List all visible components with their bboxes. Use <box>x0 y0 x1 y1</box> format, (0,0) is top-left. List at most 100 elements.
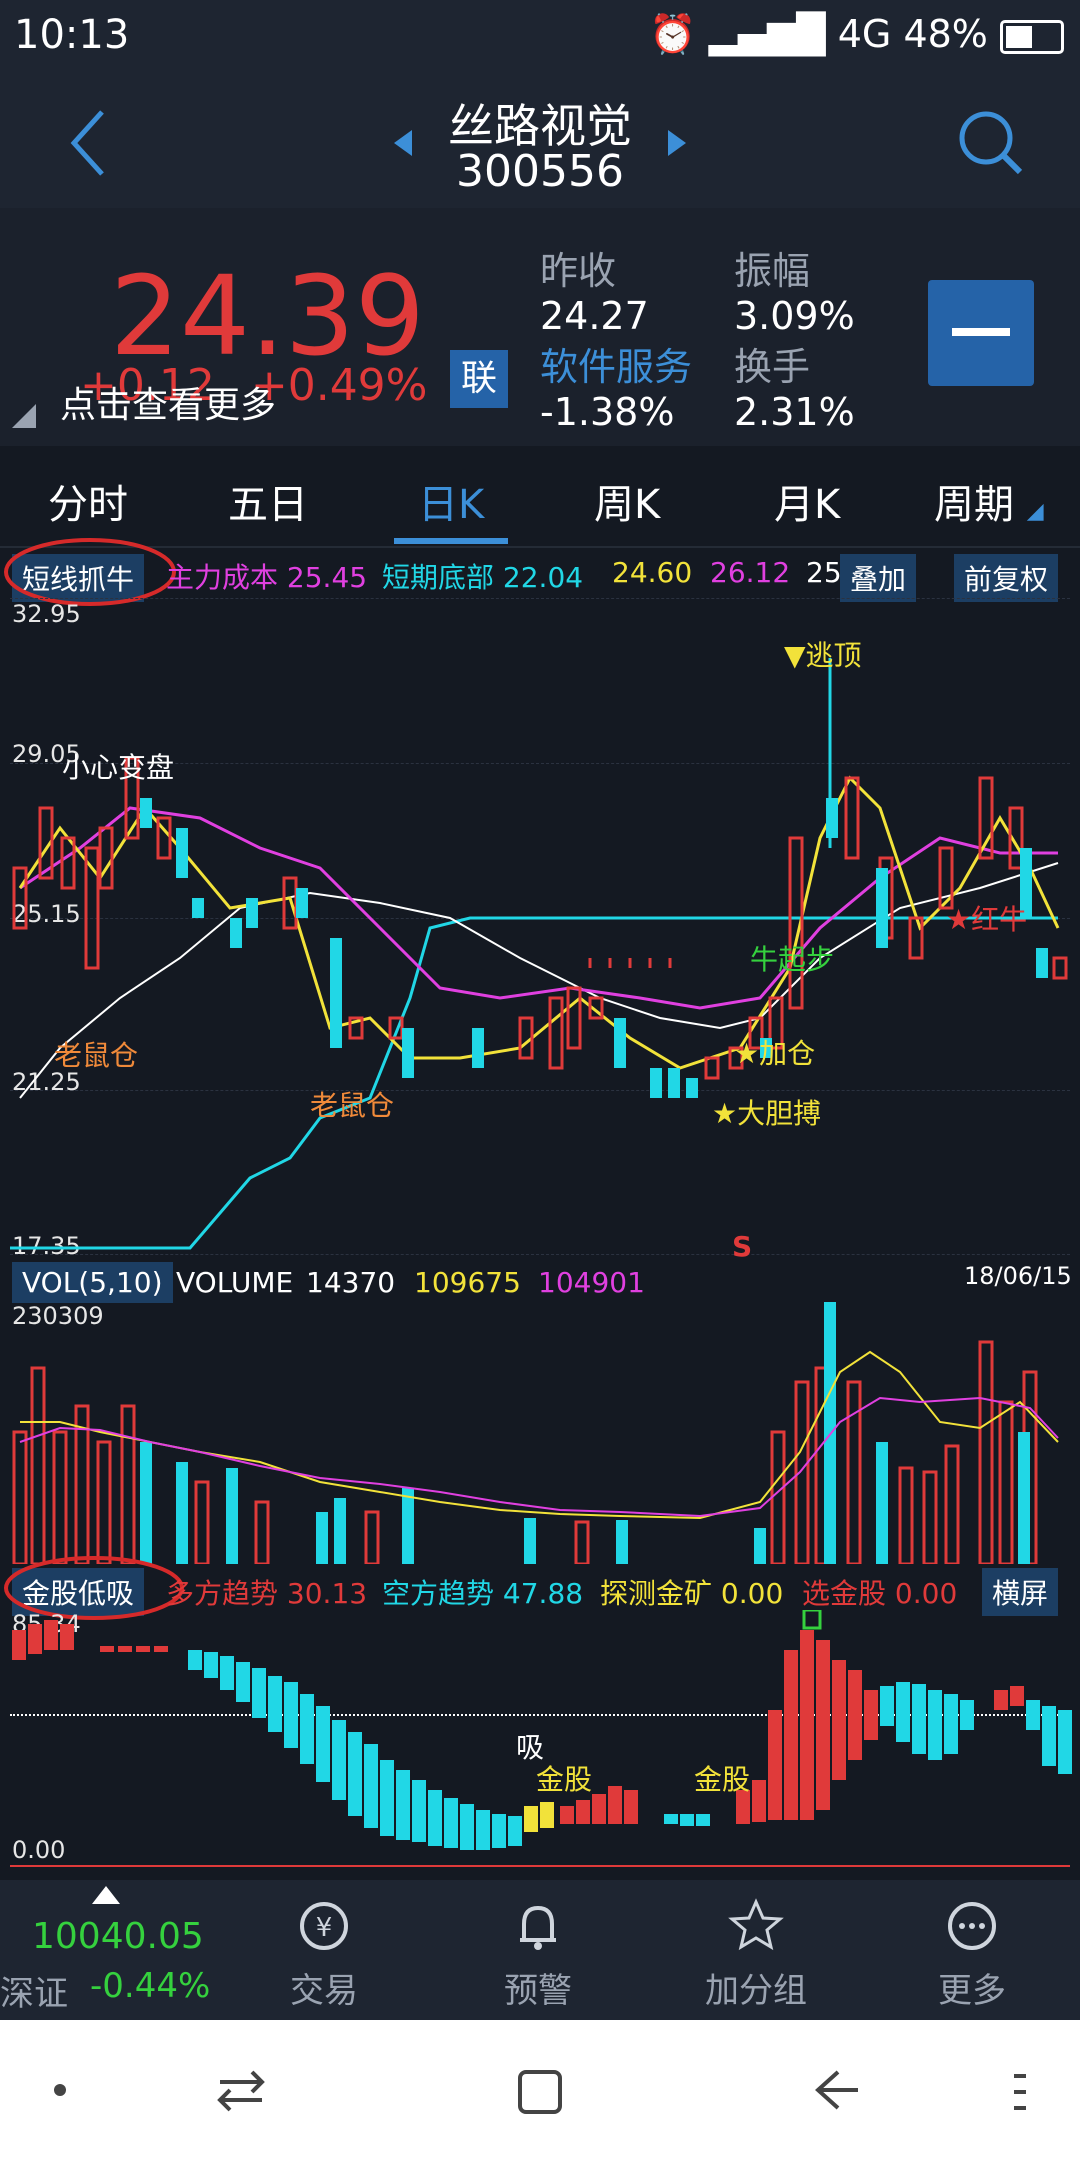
prev-close-label: 昨收 <box>540 249 617 293</box>
bull-trend: 多方趋势 30.13 <box>166 1577 368 1610</box>
more-icon <box>948 1902 996 1950</box>
sys-home-icon[interactable] <box>516 2068 564 2116</box>
svg-text:¥: ¥ <box>316 1913 333 1943</box>
vol-ma5-line <box>20 1350 1059 1520</box>
mouse-tag-1: 老鼠仓 <box>54 1039 139 1072</box>
minus-icon <box>952 328 1010 336</box>
network-type: 4G <box>837 12 892 56</box>
candles-svg <box>10 658 1068 1250</box>
stock-code: 300556 <box>456 146 624 197</box>
next-stock-icon[interactable] <box>666 128 688 158</box>
amplitude-value: 3.09% <box>734 294 855 338</box>
tab-weekly-k[interactable]: 周K <box>594 472 660 530</box>
turnover-label: 换手 <box>734 345 811 389</box>
nav-trade-label: 交易 <box>290 1971 358 2011</box>
chart-date: 18/06/15 <box>964 1262 1072 1290</box>
indicator2-chart[interactable]: 85.34 0.00 <box>0 1610 1080 1870</box>
ind2-yellow-bars <box>524 1802 554 1832</box>
dash-row <box>588 958 672 968</box>
ma-fast-line <box>18 775 1060 1070</box>
sys-switch-icon[interactable] <box>216 2068 266 2112</box>
sector-label[interactable]: 软件服务 <box>540 336 692 391</box>
volume-value: 14370 <box>306 1266 396 1299</box>
signal-icon: ▂▄▆█ <box>708 12 826 56</box>
bold-bet-tag: ★大胆搏 <box>712 1097 822 1130</box>
search-icon[interactable] <box>956 108 1026 178</box>
index-name: 深证 <box>0 1974 68 2014</box>
sector-value: -1.38% <box>540 390 675 434</box>
tab-monthly-k[interactable]: 月K <box>774 472 840 530</box>
corner-triangle-icon <box>12 404 36 428</box>
gold-tag-1: 金股 <box>536 1763 593 1796</box>
active-tab-indicator <box>394 538 508 544</box>
quote-panel[interactable]: 24.39 +0.12 +0.49% 点击查看更多 联 昨收 24.27 振幅 … <box>0 208 1080 446</box>
red-bull-tag: ★红牛 <box>946 903 1028 936</box>
sys-menu-icon[interactable] <box>1010 2070 1030 2114</box>
ind-value-2: 26.12 <box>710 556 791 589</box>
status-bar: 10:13 ⏰ ▂▄▆█ 4G 48% <box>0 0 1080 78</box>
bull-start-tag: 牛起步 <box>750 943 835 976</box>
pick-gold: 选金股 0.00 <box>802 1577 958 1610</box>
trade-icon: ¥ <box>300 1902 348 1950</box>
index-value: 10040.05 <box>32 1916 204 1957</box>
star-icon <box>728 1898 784 1951</box>
ind-value-1: 24.60 <box>612 556 693 589</box>
gold-tag-2: 金股 <box>694 1763 751 1796</box>
nav-more-label: 更多 <box>938 1971 1006 2011</box>
vol-ma5: 109675 <box>414 1266 521 1299</box>
sys-dot-icon[interactable] <box>54 2084 66 2096</box>
bottom-nav: 10040.05 深证 -0.44% ¥ 交易 预警 加分组 更多 <box>0 1880 1080 2020</box>
vol-ma10-line <box>19 1396 1059 1518</box>
expand-up-icon <box>92 1886 120 1904</box>
volume-chart[interactable]: 230309 <box>0 1302 1080 1564</box>
link-badge[interactable]: 联 <box>450 350 508 408</box>
dropdown-triangle-icon: ◢ <box>1026 499 1044 524</box>
tab-period[interactable]: 周期 ◢ <box>934 472 1044 530</box>
nav-alert[interactable]: 预警 <box>458 1898 618 2012</box>
tab-daily-k[interactable]: 日K <box>418 472 484 530</box>
tab-five-day[interactable]: 五日 <box>228 472 308 530</box>
change-percent: +0.49% <box>250 360 428 411</box>
ind2-red-bars <box>12 1620 1024 1824</box>
volume-header: VOL(5,10) VOLUME 14370 109675 104901 18/… <box>0 1262 1080 1303</box>
ind-value-3: 25 <box>806 556 842 589</box>
nav-trade[interactable]: ¥ 交易 <box>244 1898 404 2012</box>
remove-watchlist-button[interactable] <box>928 280 1034 386</box>
main-cost: 主力成本 25.45 <box>166 561 368 594</box>
turnover-value: 2.31% <box>734 390 855 434</box>
down-candles <box>140 798 1048 1098</box>
add-position-tag: ★加仓 <box>734 1037 816 1070</box>
indicator-row: 短线抓牛 主力成本 25.45 短期底部 22.04 24.60 26.12 2… <box>0 538 1080 606</box>
vol-label[interactable]: VOL(5,10) <box>12 1262 173 1303</box>
status-time: 10:13 <box>14 12 130 58</box>
ma-long-line <box>19 862 1059 1099</box>
indicator2-header: 金股低吸 多方趋势 30.13 空方趋势 47.88 探测金矿 0.00 选金股… <box>0 1556 1080 1620</box>
tab-intraday[interactable]: 分时 <box>48 472 128 530</box>
period-tabs: 分时 五日 日K 周K 月K 周期 ◢ <box>0 446 1080 548</box>
stock-header: 丝路视觉 300556 <box>0 78 1080 208</box>
sys-back-icon[interactable] <box>812 2066 862 2116</box>
landscape-button[interactable]: 横屏 <box>982 1568 1059 1616</box>
overlay-button[interactable]: 叠加 <box>840 554 917 602</box>
volume-label: VOLUME <box>176 1266 294 1299</box>
vol-ma10: 104901 <box>538 1266 645 1299</box>
tab-period-label: 周期 <box>934 482 1014 528</box>
detect-mine: 探测金矿 0.00 <box>600 1577 784 1610</box>
index-widget[interactable]: 10040.05 深证 -0.44% <box>0 1880 210 2020</box>
tap-more[interactable]: 点击查看更多 <box>60 376 276 428</box>
nav-add-group[interactable]: 加分组 <box>676 1898 836 2012</box>
nav-alert-label: 预警 <box>504 1971 572 2011</box>
escape-top-tag: ▼逃顶 <box>784 639 862 672</box>
volume-bars-svg <box>12 1302 1059 1564</box>
adjust-button[interactable]: 前复权 <box>954 554 1059 602</box>
prev-close-value: 24.27 <box>540 294 649 338</box>
mouse-tag-2: 老鼠仓 <box>310 1089 395 1122</box>
vol-down-bars <box>140 1302 1030 1564</box>
careful-tag: 小心变盘 <box>62 751 175 784</box>
kline-chart[interactable]: 32.95 29.05 25.15 21.25 17.35 ▼逃顶 小心变盘 老… <box>0 598 1080 1263</box>
amplitude-label: 振幅 <box>734 249 811 293</box>
nav-more[interactable]: 更多 <box>892 1898 1052 2012</box>
bear-trend: 空方趋势 47.88 <box>382 1577 584 1610</box>
system-nav-bar <box>0 2020 1080 2160</box>
battery-percent: 48% <box>903 12 988 56</box>
